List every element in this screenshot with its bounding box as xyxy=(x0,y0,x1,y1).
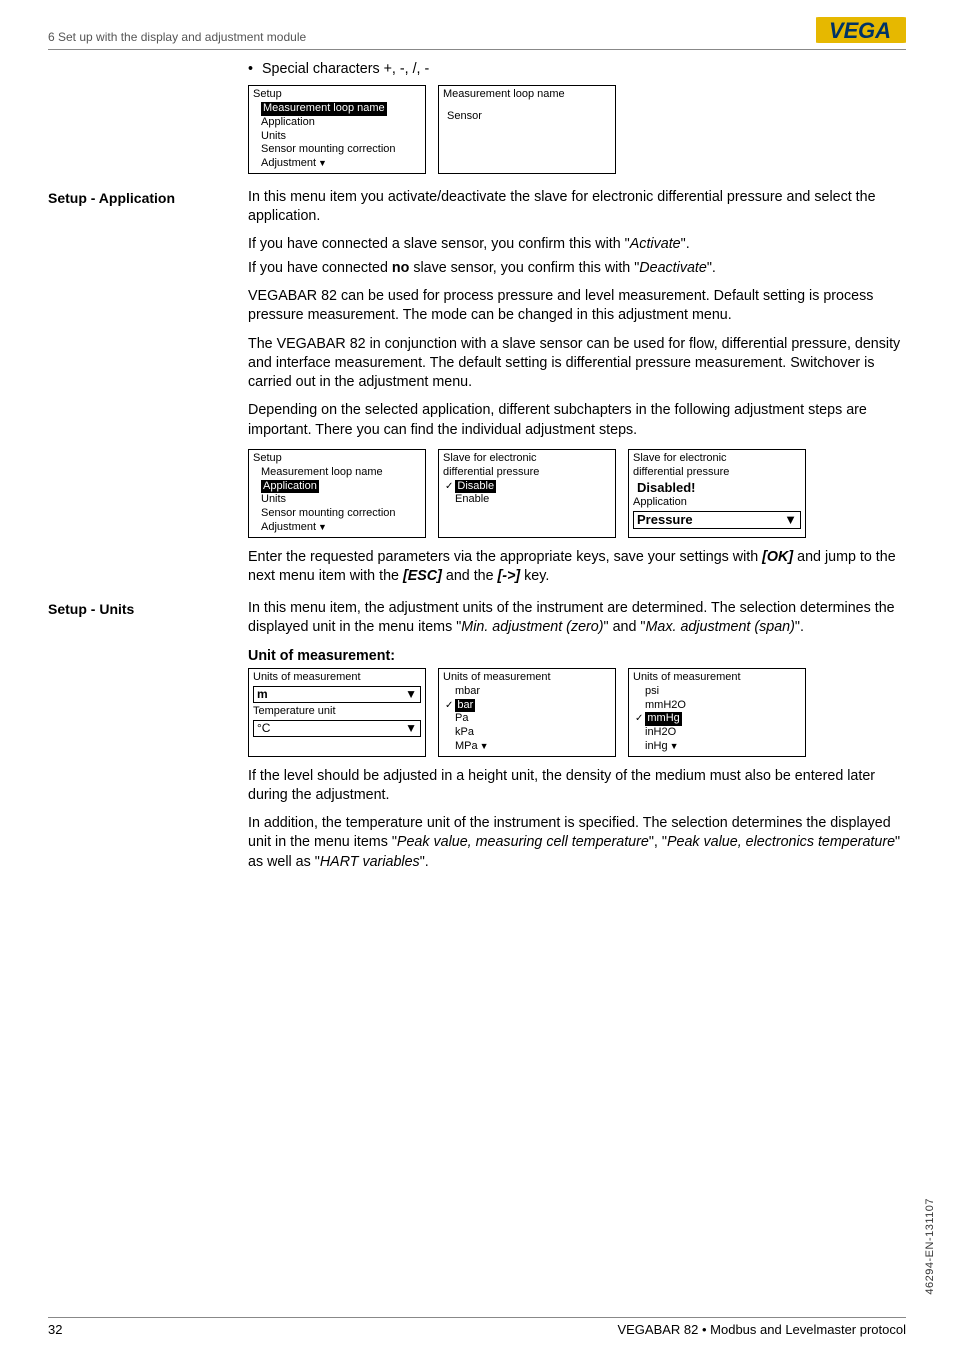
app-para-3: If you have connected no slave sensor, y… xyxy=(248,259,906,278)
lcd-units-a: Units of measurement m▼ Temperature unit… xyxy=(248,668,426,757)
app-para-4: VEGABAR 82 can be used for process press… xyxy=(248,287,906,326)
label-setup-units: Setup - Units xyxy=(48,599,248,617)
units-para-2: If the level should be adjusted in a hei… xyxy=(248,767,906,806)
app-para-5: The VEGABAR 82 in conjunction with a sla… xyxy=(248,335,906,393)
page-header: 6 Set up with the display and adjustment… xyxy=(48,30,906,50)
units-para-3: In addition, the temperature unit of the… xyxy=(248,814,906,872)
svg-text:VE: VE xyxy=(829,18,860,43)
doc-code: 46294-EN-131107 xyxy=(924,1198,936,1295)
lcd-units-b: Units of measurement mbar bar Pa kPa MPa xyxy=(438,668,616,757)
app-para-7: Enter the requested parameters via the a… xyxy=(248,548,906,587)
app-para-2: If you have connected a slave sensor, yo… xyxy=(248,235,906,254)
dropdown-icon: ▼ xyxy=(784,512,797,528)
label-setup-application: Setup - Application xyxy=(48,188,248,206)
lcd-setup-2: Setup Measurement loop name Application … xyxy=(248,449,426,538)
dropdown-icon: ▼ xyxy=(405,721,417,736)
app-para-6: Depending on the selected application, d… xyxy=(248,401,906,440)
bullet-special-chars: Special characters +, -, /, - xyxy=(248,60,906,79)
page-number: 32 xyxy=(48,1322,62,1337)
app-para-1: In this menu item you activate/deactivat… xyxy=(248,188,906,227)
footer-text: VEGABAR 82 • Modbus and Levelmaster prot… xyxy=(617,1322,906,1337)
lcd-slave-enable: Slave for electronic differential pressu… xyxy=(438,449,616,538)
units-para-1: In this menu item, the adjustment units … xyxy=(248,599,906,638)
lcd-units-c: Units of measurement psi mmH2O mmHg inH2… xyxy=(628,668,806,757)
lcd-setup-1: Setup Measurement loop name Application … xyxy=(248,85,426,174)
units-subhead: Unit of measurement: xyxy=(248,647,906,666)
svg-text:GA: GA xyxy=(858,18,891,43)
dropdown-icon: ▼ xyxy=(405,687,417,702)
vega-logo: VE GA xyxy=(816,14,906,46)
lcd-loopname: Measurement loop name Sensor xyxy=(438,85,616,174)
lcd-slave-disabled: Slave for electronic differential pressu… xyxy=(628,449,806,538)
